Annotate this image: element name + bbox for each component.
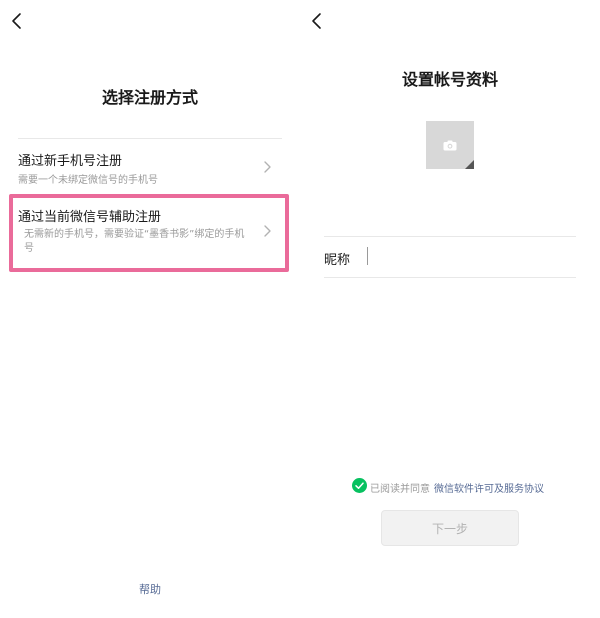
option-title: 通过当前微信号辅助注册 [18,210,162,225]
agreement-text: 已阅读并同意 [370,484,430,495]
nickname-input[interactable] [366,244,582,268]
chevron-right-icon [264,161,271,173]
page-title: 设置帐号资料 [401,70,498,89]
agreement-link[interactable]: 微信软件许可及服务协议 [434,480,544,495]
option-description: 无需新的手机号，需要验证“墨香书影”绑定的手机号 [24,229,245,254]
register-with-new-phone-option[interactable]: 通过新手机号注册 需要一个未绑定微信号的手机号 [18,150,282,190]
divider [324,236,576,237]
page-title: 选择注册方式 [101,88,198,107]
register-with-current-wechat-option[interactable]: 通过当前微信号辅助注册 无需新的手机号，需要验证“墨香书影”绑定的手机号 [18,206,282,262]
chevron-left-icon [312,13,321,29]
chevron-left-icon [12,13,21,29]
camera-icon [443,140,457,151]
register-method-screen: 选择注册方式 通过新手机号注册 需要一个未绑定微信号的手机号 通过当前微信号辅助… [0,0,300,618]
option-title: 通过新手机号注册 [18,154,123,169]
help-link[interactable]: 帮助 [0,581,300,597]
back-button[interactable] [306,10,328,32]
nickname-label: 昵称 [324,253,351,268]
chevron-right-icon [264,225,271,237]
option-description: 需要一个未绑定微信号的手机号 [18,175,158,186]
profile-setup-screen: 设置帐号资料 昵称 已阅读并同意 微信软件许可及服务协议 下一步 [300,0,600,618]
canvas: 选择注册方式 通过新手机号注册 需要一个未绑定微信号的手机号 通过当前微信号辅助… [0,0,600,618]
divider [18,138,282,139]
edit-corner-icon [465,160,474,169]
divider [324,277,576,278]
check-circle-icon[interactable] [352,478,367,493]
back-button[interactable] [6,10,28,32]
next-step-button[interactable]: 下一步 [381,510,519,546]
avatar-upload-button[interactable] [426,121,474,169]
text-cursor [367,247,368,265]
